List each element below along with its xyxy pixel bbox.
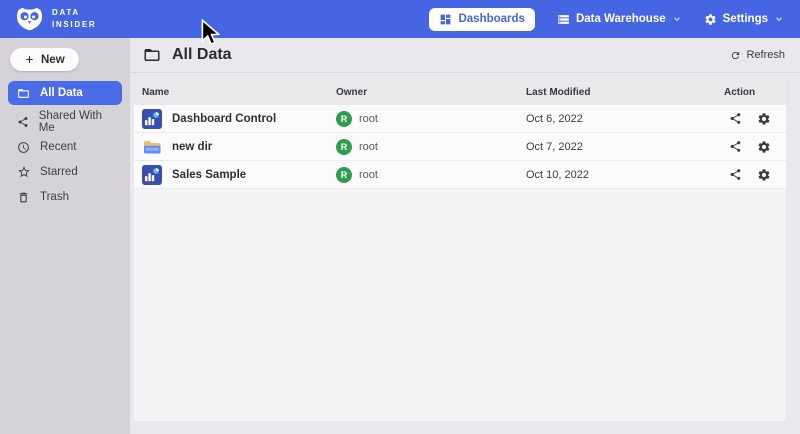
share-icon <box>729 168 742 181</box>
owner-avatar: R <box>336 139 352 155</box>
gear-icon <box>757 112 771 126</box>
settings-action-button[interactable] <box>757 140 771 154</box>
dashboards-grid-icon <box>439 13 452 26</box>
sidebar-item-label: Trash <box>40 191 69 203</box>
table-row[interactable]: new dir R root Oct 7, 2022 <box>134 133 786 161</box>
chevron-down-icon <box>672 14 682 24</box>
table-row[interactable]: Dashboard Control R root Oct 6, 2022 <box>134 105 786 133</box>
owner-name: root <box>359 141 378 153</box>
file-table-card: Name Owner Last Modified Action Dashboar… <box>134 79 786 421</box>
share-action-button[interactable] <box>729 168 742 181</box>
column-header-name: Name <box>142 87 336 98</box>
dashboard-file-icon <box>142 165 162 185</box>
data-warehouse-label: Data Warehouse <box>576 13 666 25</box>
app-logo: DATA INSIDER <box>16 7 96 31</box>
page-title: All Data <box>172 46 232 64</box>
gear-icon <box>704 13 717 26</box>
sidebar-item-all-data[interactable]: All Data <box>8 81 122 105</box>
settings-action-button[interactable] <box>757 112 771 126</box>
sidebar-item-recent[interactable]: Recent <box>8 135 122 159</box>
folder-icon <box>16 87 31 100</box>
share-action-button[interactable] <box>729 112 742 125</box>
settings-action-button[interactable] <box>757 168 771 182</box>
app-window: DATA INSIDER Dashboards Data Warehouse <box>0 0 800 434</box>
sidebar: New All Data Shared With Me Recent <box>0 38 130 434</box>
sidebar-item-shared-with-me[interactable]: Shared With Me <box>8 110 122 134</box>
sidebar-item-label: Recent <box>40 141 76 153</box>
file-name: new dir <box>172 141 212 153</box>
last-modified-date: Oct 7, 2022 <box>526 141 724 153</box>
folder-outline-icon <box>143 46 161 64</box>
dashboard-file-icon <box>142 109 162 129</box>
settings-label: Settings <box>723 13 768 25</box>
column-header-owner: Owner <box>336 87 526 98</box>
table-header-row: Name Owner Last Modified Action <box>134 79 786 105</box>
column-header-last-modified: Last Modified <box>526 87 724 98</box>
refresh-label: Refresh <box>746 49 785 61</box>
app-name: DATA INSIDER <box>52 7 96 30</box>
file-name: Dashboard Control <box>172 113 276 125</box>
share-icon <box>729 140 742 153</box>
page-header: All Data Refresh <box>130 38 800 73</box>
owner-avatar: R <box>336 167 352 183</box>
top-bar: DATA INSIDER Dashboards Data Warehouse <box>0 0 800 38</box>
gear-icon <box>757 168 771 182</box>
share-action-button[interactable] <box>729 140 742 153</box>
sidebar-item-label: Shared With Me <box>39 110 114 134</box>
main-layout: New All Data Shared With Me Recent <box>0 38 800 434</box>
settings-nav-button[interactable]: Settings <box>704 13 784 26</box>
star-icon <box>16 165 31 179</box>
refresh-icon <box>730 50 741 61</box>
refresh-button[interactable]: Refresh <box>730 49 785 61</box>
new-button[interactable]: New <box>10 48 79 71</box>
gear-icon <box>757 140 771 154</box>
data-warehouse-nav-button[interactable]: Data Warehouse <box>557 13 682 26</box>
folder-file-icon <box>142 137 162 157</box>
table-row[interactable]: Sales Sample R root Oct 10, 2022 <box>134 161 786 189</box>
chevron-down-icon <box>774 14 784 24</box>
owner-avatar: R <box>336 111 352 127</box>
top-navigation: Dashboards Data Warehouse Settings <box>429 8 784 31</box>
owner-name: root <box>359 169 378 181</box>
sidebar-item-starred[interactable]: Starred <box>8 160 122 184</box>
last-modified-date: Oct 6, 2022 <box>526 113 724 125</box>
sidebar-item-label: All Data <box>40 87 83 99</box>
trash-icon <box>16 191 31 204</box>
main-content: All Data Refresh Name Owner Last Modifie… <box>130 38 800 434</box>
plus-icon <box>24 54 35 65</box>
database-icon <box>557 13 570 26</box>
share-icon <box>16 116 30 128</box>
dashboards-nav-button[interactable]: Dashboards <box>429 8 534 31</box>
last-modified-date: Oct 10, 2022 <box>526 169 724 181</box>
dashboards-label: Dashboards <box>458 13 524 25</box>
owl-logo-icon <box>16 7 43 31</box>
sidebar-item-trash[interactable]: Trash <box>8 185 122 209</box>
new-button-label: New <box>41 54 65 66</box>
column-header-action: Action <box>724 87 786 98</box>
share-icon <box>729 112 742 125</box>
clock-icon <box>16 141 31 154</box>
owner-name: root <box>359 113 378 125</box>
file-name: Sales Sample <box>172 169 246 181</box>
sidebar-item-label: Starred <box>40 166 78 178</box>
